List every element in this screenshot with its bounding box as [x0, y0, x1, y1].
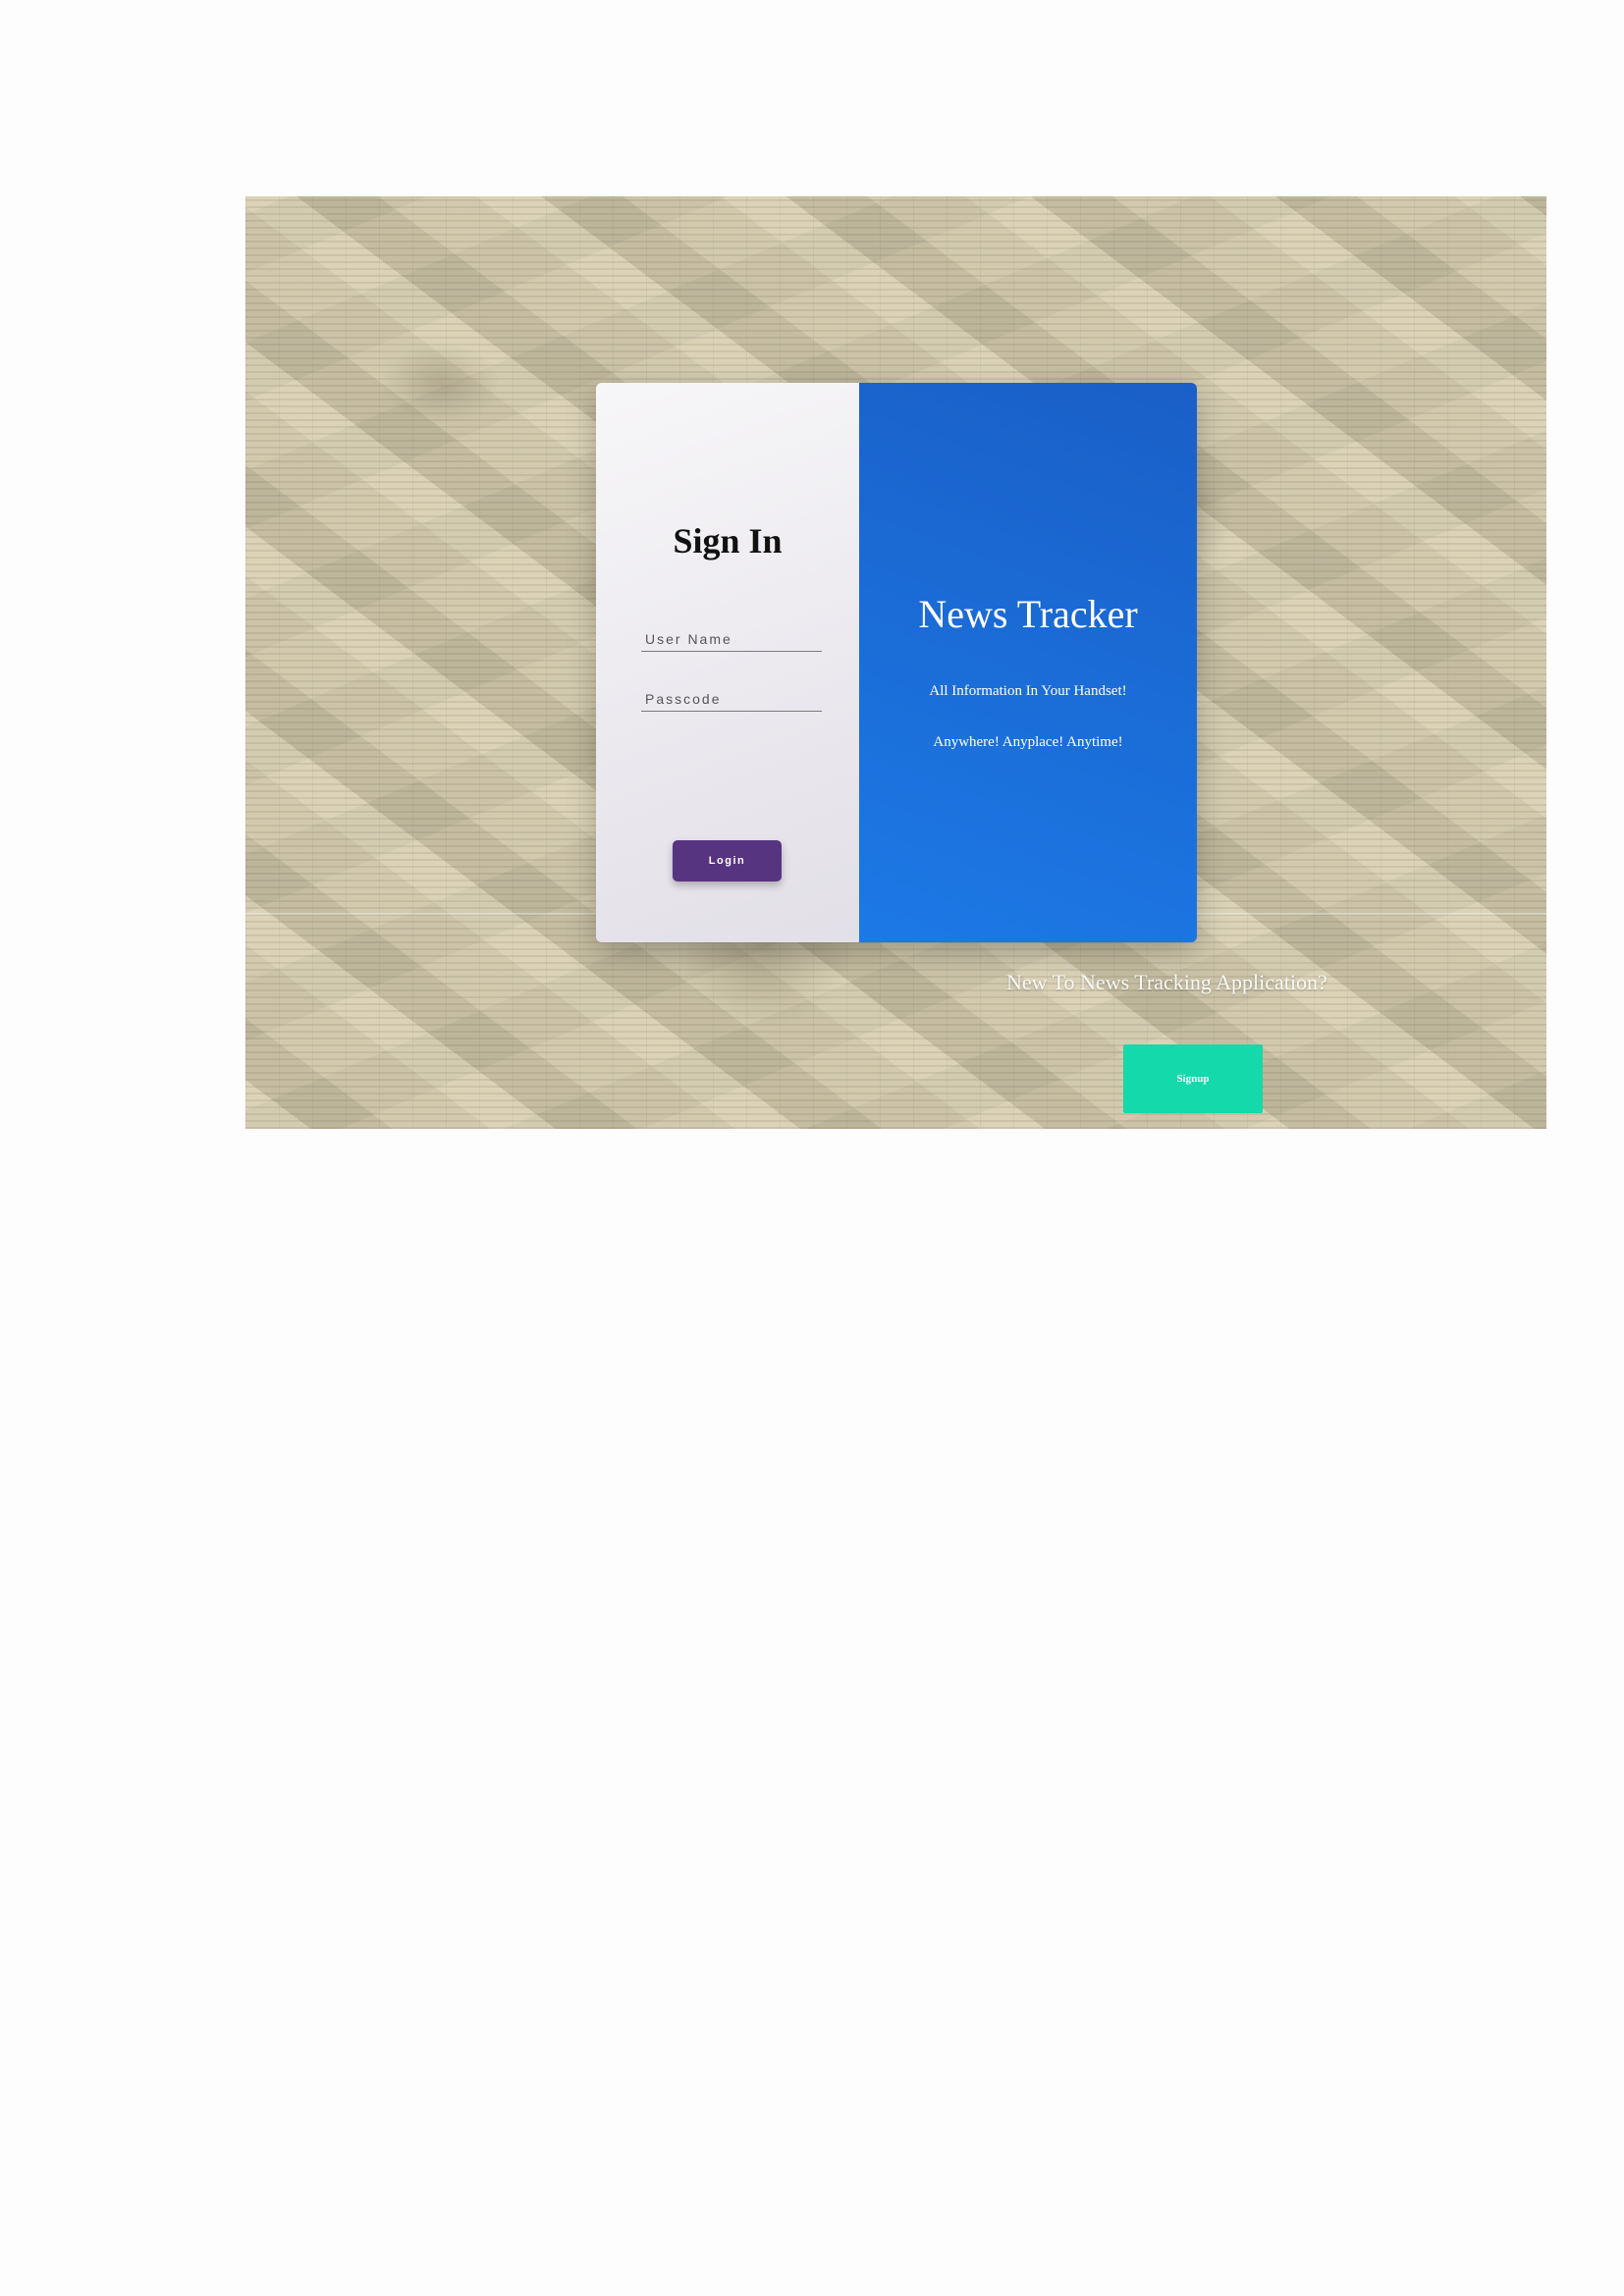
- signin-panel: Sign In Login: [596, 383, 859, 942]
- newspaper-background: Sign In Login News Tracker All Informati…: [245, 196, 1546, 1129]
- passcode-input[interactable]: [641, 686, 822, 712]
- app-title: News Tracker: [918, 592, 1138, 636]
- signup-prompt: New To News Tracking Application?: [1006, 970, 1327, 994]
- tagline-primary: All Information In Your Handset!: [929, 683, 1127, 699]
- brand-panel: News Tracker All Information In Your Han…: [859, 383, 1197, 942]
- signup-button[interactable]: Signup: [1123, 1044, 1263, 1113]
- login-button[interactable]: Login: [673, 840, 782, 881]
- username-input[interactable]: [641, 626, 822, 652]
- signin-title: Sign In: [673, 521, 783, 561]
- tagline-secondary: Anywhere! Anyplace! Anytime!: [933, 734, 1123, 750]
- login-card: Sign In Login News Tracker All Informati…: [596, 383, 1197, 942]
